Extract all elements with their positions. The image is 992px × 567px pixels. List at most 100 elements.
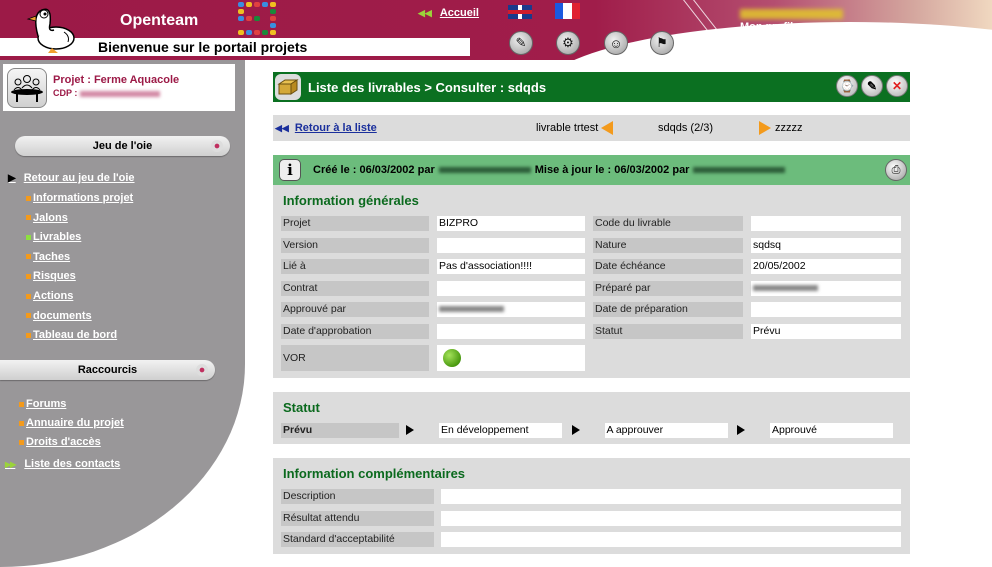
double-arrow-right-icon: ▶▶	[5, 459, 16, 469]
by-label: par	[417, 164, 435, 176]
sidebar-item-jalons[interactable]: Jalons	[26, 212, 68, 224]
field-label: Standard d'acceptabilité	[281, 532, 434, 547]
back-to-game-link[interactable]: ▶ Retour au jeu de l'oie	[8, 172, 135, 184]
home-link[interactable]: Accueil	[440, 7, 479, 19]
status-square-icon	[26, 234, 31, 240]
tools-icon[interactable]: ✎	[509, 31, 533, 55]
status-square-icon	[26, 332, 31, 338]
status-square-icon	[19, 420, 24, 426]
chevron-down-icon	[211, 140, 223, 152]
arrow-right-icon	[571, 425, 580, 435]
status-panel: Statut Prévu En développement A approuver A…	[273, 392, 910, 444]
sidebar-item-informations-projet[interactable]: Informations projet	[26, 192, 133, 204]
created-by-blurred	[438, 167, 531, 174]
field-value: BIZPRO	[437, 216, 585, 231]
sidebar-item-label: Livrables	[33, 231, 82, 244]
fr-flag-icon[interactable]	[555, 3, 580, 19]
contacts-label: Liste des contacts	[24, 458, 121, 470]
brand-name: Openteam	[120, 12, 199, 29]
back-to-list[interactable]: ◀◀ Retour à la liste	[275, 122, 377, 134]
field-label: Date de préparation	[593, 302, 743, 317]
field-value	[441, 510, 901, 526]
shortcut-2[interactable]: Droits d'accès	[19, 436, 101, 448]
contacts-link[interactable]: ▶▶ Liste des contacts	[5, 458, 120, 470]
back-to-list-link[interactable]: Retour à la liste	[295, 122, 377, 134]
status-square-icon	[19, 439, 24, 445]
section-heading: Statut	[283, 400, 320, 415]
next-arrow-icon[interactable]	[759, 121, 771, 135]
field-label: Préparé par	[593, 280, 743, 296]
section-heading: Information complémentaires	[283, 466, 466, 481]
field-value: Prévu	[751, 323, 901, 339]
field-label: Résultat attendu	[281, 510, 434, 526]
next-record-label[interactable]: zzzzz	[775, 122, 803, 134]
field-label: Lié à	[281, 259, 429, 274]
print-icon[interactable]: ⎙	[885, 159, 907, 181]
package-icon	[275, 74, 301, 100]
section-toggle-jeu-de-loie[interactable]: Jeu de l'oie	[15, 136, 230, 156]
sidebar-item-label: Jalons	[33, 211, 68, 224]
profile-link[interactable]: Mon profil	[740, 21, 793, 33]
sidebar-item-risques[interactable]: Risques	[26, 270, 76, 282]
field-value: sqdsq	[751, 237, 901, 253]
shortcut-label: Droits d'accès	[26, 436, 101, 448]
shortcut-label: Annuaire du projet	[26, 417, 124, 429]
openteam-grid-logo-icon	[238, 2, 278, 36]
blurred-value	[439, 306, 504, 313]
double-arrow-left-icon: ◀◀	[275, 123, 289, 133]
sidebar-item-label: Actions	[33, 290, 74, 302]
project-card: Projet : Ferme Aquacole CDP :	[3, 64, 235, 111]
arrow-right-icon	[406, 425, 414, 435]
sidebar-item-documents[interactable]: documents	[26, 310, 92, 322]
sidebar-item-livrables[interactable]: Livrables	[26, 231, 81, 243]
tagline: Bienvenue sur le portail projets	[98, 39, 308, 55]
field-value	[437, 237, 585, 253]
sidebar-item-tableau-de-bord[interactable]: Tableau de bord	[26, 329, 117, 341]
field-label: VOR	[281, 345, 429, 371]
sidebar-item-taches[interactable]: Taches	[26, 251, 70, 263]
sidebar: Projet : Ferme Aquacole CDP : Jeu de l'o…	[0, 60, 245, 567]
project-manager: CDP :	[53, 88, 161, 98]
duck-logo-icon	[26, 8, 75, 53]
blurred-value	[753, 284, 818, 291]
sidebar-item-label: Risques	[33, 270, 76, 283]
info-icon: i	[279, 159, 301, 181]
arrow-right-icon	[737, 425, 745, 435]
created-date: 06/03/2002	[359, 164, 415, 176]
field-value	[441, 489, 901, 504]
close-icon[interactable]: ✕	[886, 75, 908, 97]
gear-icon[interactable]: ⚙	[556, 31, 580, 55]
project-title: Projet : Ferme Aquacole	[53, 74, 180, 86]
field-value	[437, 345, 585, 371]
field-value	[437, 280, 585, 296]
field-value: 20/05/2002	[751, 259, 901, 274]
status-square-icon	[26, 293, 31, 299]
sidebar-item-label: Informations projet	[33, 192, 134, 204]
field-value	[751, 280, 901, 296]
audit-info-bar: i Créé le : 06/03/2002 par Mise à jour le…	[273, 155, 910, 185]
edit-icon[interactable]: ✎	[861, 75, 883, 97]
meeting-table-icon	[7, 68, 47, 108]
shortcut-0[interactable]: Forums	[19, 398, 66, 410]
general-info-panel: Information générales Projet BIZPRO Versio…	[273, 185, 910, 378]
status-step: En développement	[439, 423, 562, 438]
field-value	[437, 302, 585, 317]
section-toggle-raccourcis[interactable]: Raccourcis	[0, 360, 215, 380]
field-label: Date échéance	[593, 259, 743, 274]
user-icon[interactable]: ☺	[604, 31, 628, 55]
prev-record-label[interactable]: livrable trtest	[536, 122, 598, 134]
uk-flag-icon[interactable]	[508, 5, 532, 19]
status-step: Prévu	[281, 423, 399, 438]
status-square-icon	[26, 313, 31, 319]
cdp-label: CDP :	[53, 88, 78, 98]
field-label: Description	[281, 489, 434, 504]
runner-icon[interactable]: ⚑	[650, 31, 674, 55]
prev-arrow-icon[interactable]	[601, 121, 613, 135]
sidebar-item-actions[interactable]: Actions	[26, 290, 73, 302]
sidebar-item-label: Taches	[33, 250, 71, 263]
section-heading: Information générales	[283, 193, 419, 208]
field-label: Code du livrable	[593, 216, 743, 231]
status-step: A approuver	[604, 423, 728, 438]
shortcut-1[interactable]: Annuaire du projet	[19, 417, 124, 429]
history-icon[interactable]: ⌚	[836, 75, 858, 97]
